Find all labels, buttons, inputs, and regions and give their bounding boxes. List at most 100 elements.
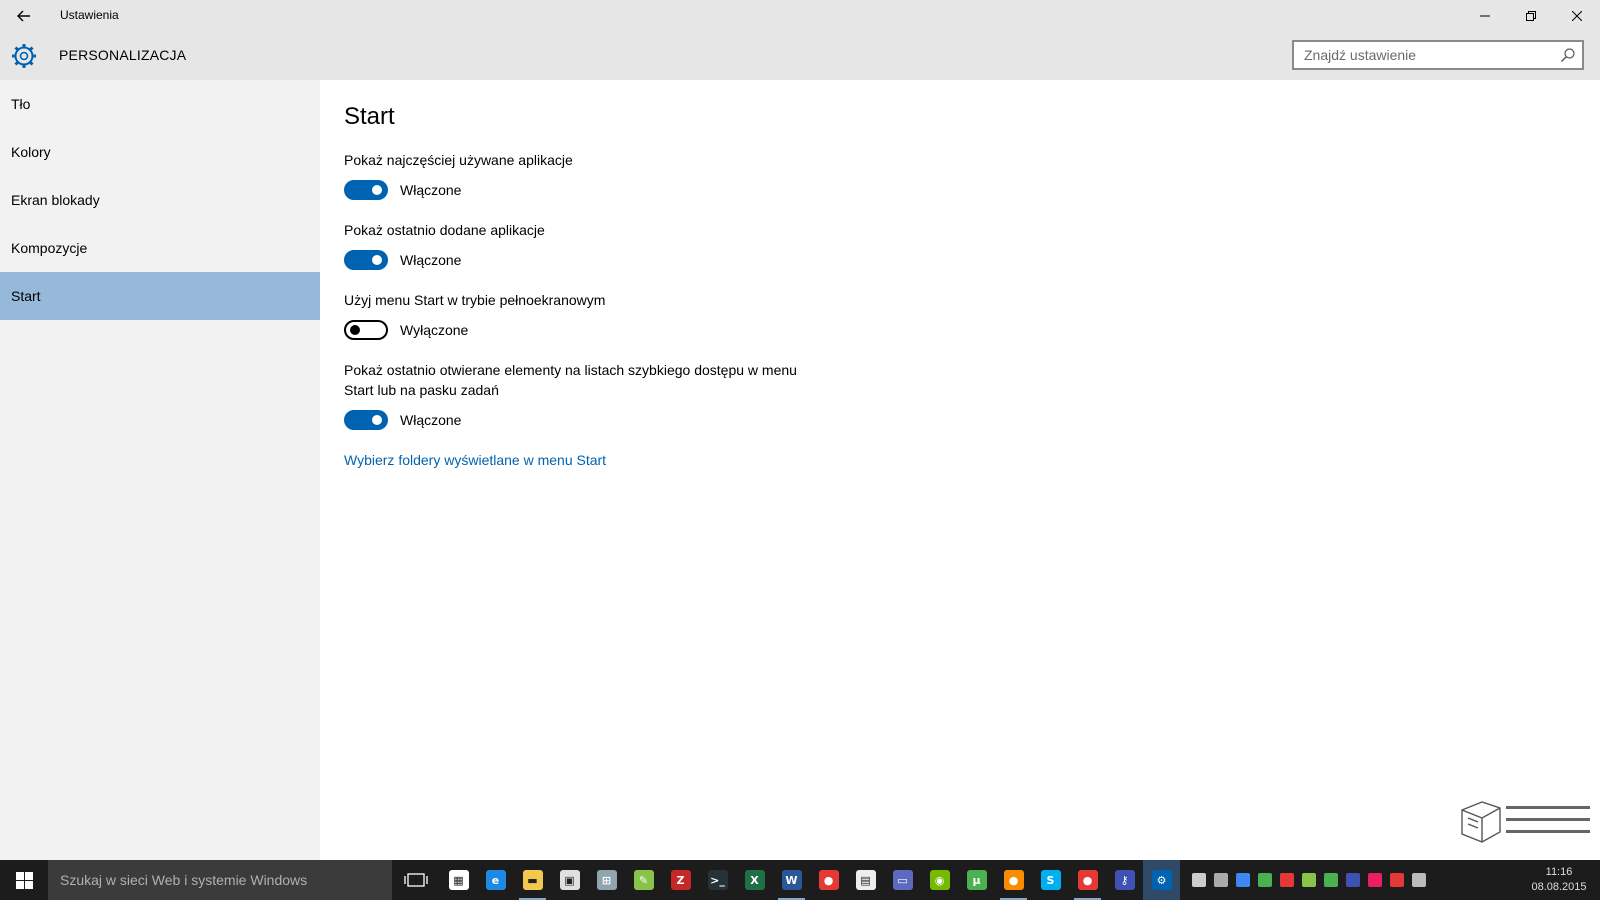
jump-lists-toggle[interactable] <box>344 410 388 430</box>
taskbar-app-notepad-plus[interactable]: ✎ <box>625 860 662 900</box>
taskbar-app-skype[interactable]: S <box>1032 860 1069 900</box>
toggle-knob <box>372 255 382 265</box>
chrome-icon: ● <box>818 870 839 890</box>
toggle-state-label: Włączone <box>400 412 462 428</box>
edge-icon: e <box>485 870 506 890</box>
tray-icon[interactable] <box>1390 873 1404 887</box>
purepc-logo-icon <box>1461 801 1590 843</box>
taskbar-app-nvidia[interactable]: ◉ <box>921 860 958 900</box>
minimize-button[interactable] <box>1462 0 1508 32</box>
toggle-state-label: Włączone <box>400 252 462 268</box>
setting-label: Pokaż ostatnio otwierane elementy na lis… <box>344 362 797 398</box>
choose-folders-link[interactable]: Wybierz foldery wyświetlane w menu Start <box>344 452 606 468</box>
taskbar-search-input[interactable] <box>48 860 390 900</box>
taskbar-app-word[interactable]: W <box>773 860 810 900</box>
most-used-toggle[interactable] <box>344 180 388 200</box>
taskbar-app-filezilla[interactable]: Z <box>662 860 699 900</box>
taskbar-app-remote-desktop[interactable]: ▭ <box>884 860 921 900</box>
sidebar-item-colors[interactable]: Kolory <box>0 128 320 176</box>
taskbar: ▦ e ▬ ▣ ⊞ ✎ Z >_ XW ● ▤ ▭ ◉ µ ● S ● ⚷ ⚙ 11:16 08.08.2015 <box>0 860 1600 900</box>
taskbar-app-start-tiles[interactable]: ▦ <box>440 860 477 900</box>
purepc-watermark <box>1456 800 1596 858</box>
setting-fullscreen-start: Użyj menu Start w trybie pełnoekranowym … <box>344 290 804 340</box>
taskbar-app-utorrent[interactable]: µ <box>958 860 995 900</box>
sidebar-item-background[interactable]: Tło <box>0 80 320 128</box>
taskbar-app-chrome-2[interactable]: ● <box>1069 860 1106 900</box>
store-icon: ▣ <box>559 870 580 890</box>
setting-label: Pokaż najczęściej używane aplikacje <box>344 152 573 168</box>
tray-icon[interactable] <box>1368 873 1382 887</box>
terminal-icon: >_ <box>707 870 728 890</box>
file-explorer-icon: ▬ <box>522 870 543 890</box>
tray-icon[interactable] <box>1324 873 1338 887</box>
title-bar: Ustawienia <box>0 0 1600 32</box>
restore-icon <box>1526 11 1536 21</box>
tray-icon[interactable] <box>1236 873 1250 887</box>
skype-icon: S <box>1040 870 1061 890</box>
chrome-2-icon: ● <box>1077 870 1098 890</box>
tray-icon[interactable] <box>1412 873 1426 887</box>
tray-icon[interactable] <box>1346 873 1360 887</box>
restore-button[interactable] <box>1508 0 1554 32</box>
word-icon: W <box>781 870 802 890</box>
taskbar-search[interactable] <box>48 860 392 900</box>
setting-recently-added: Pokaż ostatnio dodane aplikacje Włączone <box>344 220 804 270</box>
nvidia-icon: ◉ <box>929 870 950 890</box>
clock-date: 08.08.2015 <box>1531 881 1587 893</box>
taskbar-app-edge[interactable]: e <box>477 860 514 900</box>
back-button[interactable] <box>0 0 48 32</box>
tray-icon[interactable] <box>1192 873 1206 887</box>
tray-icon[interactable] <box>1214 873 1228 887</box>
taskbar-app-terminal[interactable]: >_ <box>699 860 736 900</box>
sidebar-item-lock-screen[interactable]: Ekran blokady <box>0 176 320 224</box>
setting-most-used: Pokaż najczęściej używane aplikacje Włąc… <box>344 150 804 200</box>
start-tiles-icon: ▦ <box>448 870 469 890</box>
arrow-left-icon <box>17 10 30 22</box>
task-view-icon[interactable] <box>404 870 428 890</box>
clock[interactable]: 11:16 08.08.2015 <box>1528 865 1590 895</box>
search-icon[interactable] <box>1560 47 1576 63</box>
toggle-knob <box>372 185 382 195</box>
settings-icon: ⚙ <box>1151 870 1172 890</box>
search-input[interactable] <box>1294 42 1554 68</box>
taskbar-app-settings[interactable]: ⚙ <box>1143 860 1180 900</box>
pinned-apps: ▦ e ▬ ▣ ⊞ ✎ Z >_ X W ● ▤ ▭ ◉ µ ● S ● ⚷ ⚙ <box>440 860 1180 900</box>
system-tray <box>1188 860 1430 900</box>
vpn-icon: ⚷ <box>1114 870 1135 890</box>
gear-icon <box>12 44 36 68</box>
setting-jump-lists: Pokaż ostatnio otwierane elementy na lis… <box>344 360 804 430</box>
taskbar-app-chrome[interactable]: ● <box>810 860 847 900</box>
tray-icon[interactable] <box>1280 873 1294 887</box>
setting-label: Pokaż ostatnio dodane aplikacje <box>344 222 545 238</box>
sidebar-item-start[interactable]: Start <box>0 272 320 320</box>
taskbar-app-file-explorer[interactable]: ▬ <box>514 860 551 900</box>
close-button[interactable] <box>1554 0 1600 32</box>
start-button[interactable] <box>0 860 48 900</box>
main-content: Start Pokaż najczęściej używane aplikacj… <box>344 80 1584 860</box>
recently-added-toggle[interactable] <box>344 250 388 270</box>
remote-desktop-icon: ▭ <box>892 870 913 890</box>
toggle-knob <box>372 415 382 425</box>
excel-icon: X <box>744 870 765 890</box>
taskbar-app-chrome-user[interactable]: ● <box>995 860 1032 900</box>
taskbar-app-store[interactable]: ▣ <box>551 860 588 900</box>
network-icon: ⊞ <box>596 870 617 890</box>
utorrent-icon: µ <box>966 870 987 890</box>
sidebar-item-themes[interactable]: Kompozycje <box>0 224 320 272</box>
tray-icon[interactable] <box>1258 873 1272 887</box>
clock-time: 11:16 <box>1545 866 1573 878</box>
page-title: Start <box>344 103 395 130</box>
window-title: Ustawienia <box>60 8 119 22</box>
chrome-user-icon: ● <box>1003 870 1024 890</box>
fullscreen-start-toggle[interactable] <box>344 320 388 340</box>
close-icon <box>1572 11 1582 21</box>
settings-search[interactable] <box>1292 40 1584 70</box>
minimize-icon <box>1480 15 1490 17</box>
taskbar-app-calendar[interactable]: ▤ <box>847 860 884 900</box>
sidebar: Tło Kolory Ekran blokady Kompozycje Star… <box>0 80 320 860</box>
filezilla-icon: Z <box>670 870 691 890</box>
taskbar-app-excel[interactable]: X <box>736 860 773 900</box>
tray-icon[interactable] <box>1302 873 1316 887</box>
taskbar-app-vpn[interactable]: ⚷ <box>1106 860 1143 900</box>
taskbar-app-network[interactable]: ⊞ <box>588 860 625 900</box>
